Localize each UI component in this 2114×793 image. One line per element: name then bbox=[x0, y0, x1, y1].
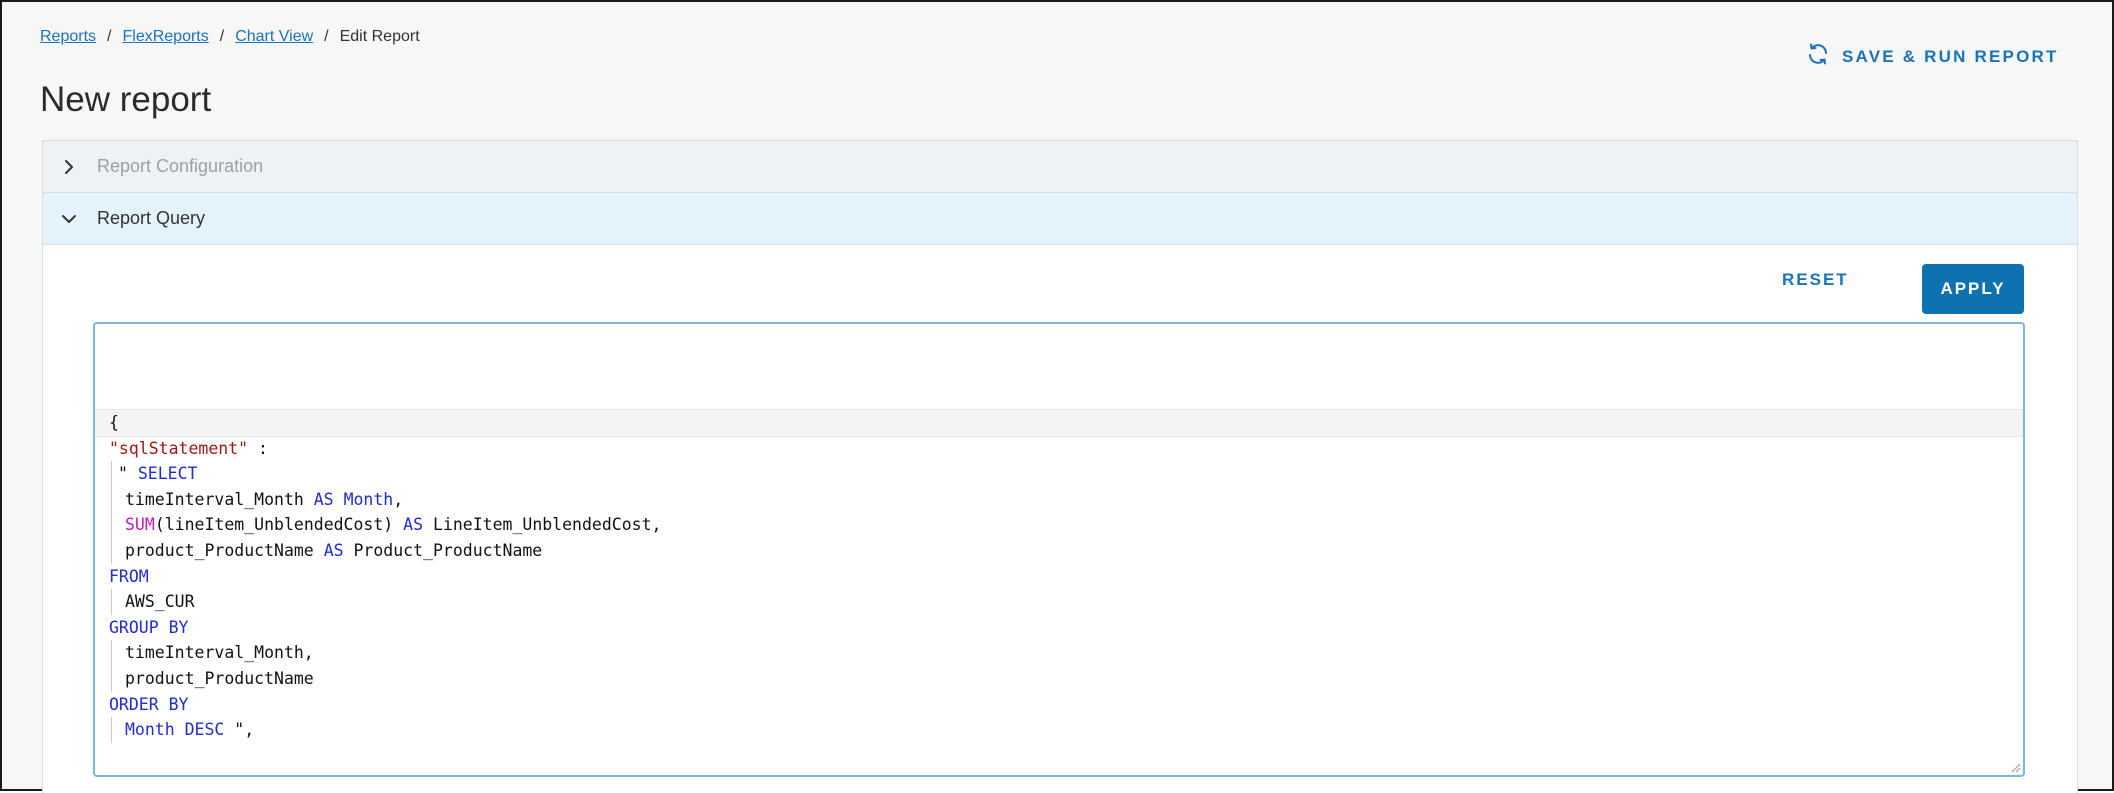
code-line: AWS_CUR bbox=[109, 589, 661, 615]
refresh-icon bbox=[1806, 42, 1830, 71]
code-token: AS bbox=[403, 515, 424, 535]
code-token: product_ProductName bbox=[125, 668, 314, 688]
save-and-run-label: SAVE & RUN REPORT bbox=[1842, 46, 2059, 66]
breadcrumb-current: Edit Report bbox=[339, 28, 420, 45]
code-token: Month bbox=[343, 489, 394, 509]
code-token: AS bbox=[313, 489, 334, 509]
accordion-label: Report Configuration bbox=[97, 156, 264, 176]
reset-button[interactable]: RESET bbox=[1782, 270, 1849, 290]
code-line: SUM(lineItem_UnblendedCost) AS LineItem_… bbox=[109, 512, 661, 538]
code-line: { bbox=[109, 410, 661, 436]
breadcrumb: Reports / FlexReports / Chart View / Edi… bbox=[40, 28, 420, 46]
accordion-label: Report Query bbox=[97, 208, 206, 228]
code-token: ORDER BY bbox=[109, 694, 189, 714]
indent-guide bbox=[111, 486, 112, 513]
code-token: : bbox=[248, 438, 268, 458]
accordion-report-configuration[interactable]: Report Configuration bbox=[43, 141, 2077, 193]
page-title: New report bbox=[40, 80, 212, 119]
code-token: "sqlStatement" bbox=[109, 438, 249, 458]
code-token: " bbox=[118, 464, 138, 484]
code-token: { bbox=[109, 413, 119, 432]
code-token: DESC bbox=[184, 720, 225, 740]
code-token: , bbox=[393, 489, 404, 509]
apply-button[interactable]: APPLY bbox=[1922, 264, 2024, 314]
code-token: (lineItem_UnblendedCost) bbox=[154, 515, 404, 535]
chevron-down-icon bbox=[61, 211, 77, 227]
code-token: LineItem_UnblendedCost, bbox=[423, 515, 662, 535]
breadcrumb-link-flexreports[interactable]: FlexReports bbox=[122, 28, 208, 46]
code-token: ", bbox=[224, 720, 255, 740]
indent-guide bbox=[111, 537, 112, 564]
chevron-right-icon bbox=[61, 159, 77, 175]
code-line: Month DESC ", bbox=[109, 717, 661, 743]
breadcrumb-link-reports[interactable]: Reports bbox=[40, 28, 96, 46]
resize-handle-icon[interactable] bbox=[2009, 761, 2021, 773]
accordion-report-query[interactable]: Report Query bbox=[43, 193, 2077, 245]
code-line: product_ProductName bbox=[109, 665, 661, 692]
indent-guide bbox=[111, 589, 112, 615]
code-content: {"sqlStatement" : " SELECT timeInterval_Mo… bbox=[109, 410, 661, 743]
indent-guide bbox=[111, 640, 112, 666]
code-token: AWS_CUR bbox=[125, 592, 195, 612]
code-line: timeInterval_Month, bbox=[109, 640, 661, 666]
code-token: Month bbox=[125, 720, 175, 740]
code-line: GROUP BY bbox=[109, 615, 661, 641]
indent-guide bbox=[111, 512, 112, 538]
code-line: " SELECT bbox=[109, 461, 661, 487]
code-token: Product_ProductName bbox=[343, 540, 543, 560]
breadcrumb-separator: / bbox=[324, 28, 329, 45]
code-token: AS bbox=[323, 540, 344, 560]
save-and-run-report-button[interactable]: SAVE & RUN REPORT bbox=[1806, 42, 2059, 71]
code-token: product_ProductName bbox=[125, 540, 324, 560]
app-window: Reports / FlexReports / Chart View / Edi… bbox=[0, 0, 2114, 793]
code-token: SELECT bbox=[137, 464, 198, 484]
breadcrumb-link-chart-view[interactable]: Chart View bbox=[235, 28, 313, 46]
code-token: timeInterval_Month, bbox=[125, 643, 314, 663]
indent-guide bbox=[111, 665, 112, 692]
code-line: "sqlStatement" : bbox=[109, 436, 661, 462]
code-line: ORDER BY bbox=[109, 692, 661, 718]
code-token: timeInterval_Month bbox=[125, 489, 314, 509]
breadcrumb-separator: / bbox=[219, 28, 225, 45]
indent-guide bbox=[111, 717, 112, 743]
code-token: FROM bbox=[109, 566, 149, 586]
breadcrumb-separator: / bbox=[107, 28, 112, 45]
code-token: GROUP BY bbox=[109, 617, 189, 637]
code-line: FROM bbox=[109, 564, 661, 590]
code-token: SUM bbox=[125, 515, 155, 535]
indent-guide bbox=[111, 461, 112, 487]
code-line: timeInterval_Month AS Month, bbox=[109, 486, 661, 513]
query-editor[interactable]: {"sqlStatement" : " SELECT timeInterval_Mo… bbox=[93, 322, 2025, 777]
code-line: product_ProductName AS Product_ProductNa… bbox=[109, 537, 661, 564]
